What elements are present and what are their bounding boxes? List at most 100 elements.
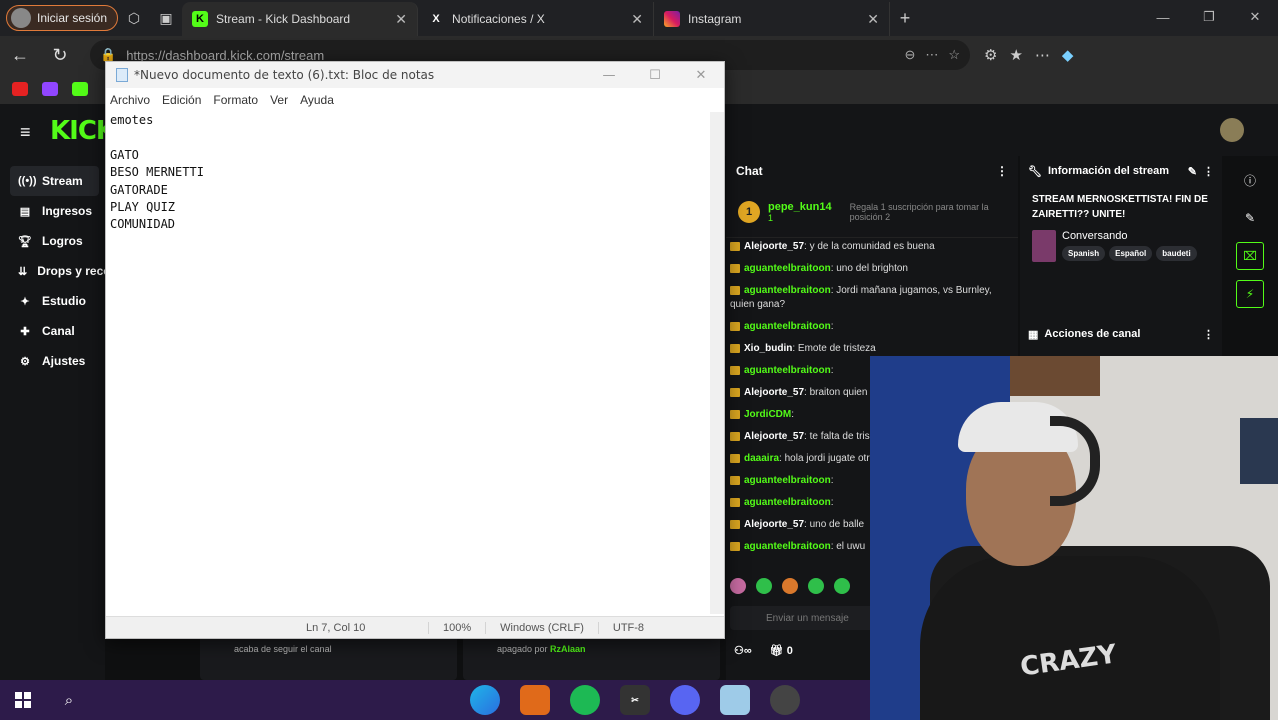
chat-text: te falta de tris xyxy=(809,431,870,442)
restore-icon[interactable]: ❐ xyxy=(1186,0,1232,34)
favorites-icon[interactable]: ★ xyxy=(1009,46,1022,64)
stream-tags: Spanish Español baudeti xyxy=(1062,246,1197,261)
chat-username[interactable]: aguanteelbraitoon xyxy=(744,497,831,508)
more-vertical-icon[interactable]: ⋮ xyxy=(1203,328,1214,341)
minimize-icon[interactable]: — xyxy=(1140,0,1186,34)
pencil-icon[interactable]: ✎ xyxy=(1236,204,1264,232)
capcut-icon[interactable]: ✂ xyxy=(620,685,650,715)
chat-username[interactable]: JordiCDM xyxy=(744,409,791,420)
clip-icon[interactable]: ⌧ xyxy=(1236,242,1264,270)
notepad-text-area[interactable]: emotes GATO BESO MERNETTI GATORADE PLAY … xyxy=(106,112,724,616)
gift-icon[interactable]: 🎁︎ 0 xyxy=(770,644,793,657)
chat-username[interactable]: aguanteelbraitoon xyxy=(744,321,831,332)
chat-username[interactable]: daaaira xyxy=(744,453,779,464)
profile-button[interactable]: Iniciar sesión xyxy=(6,5,119,31)
spotify-icon[interactable] xyxy=(570,685,600,715)
tab-kick-dashboard[interactable]: K Stream - Kick Dashboard ✕ xyxy=(182,2,419,36)
edit-icon[interactable]: ✎ xyxy=(1188,165,1197,178)
chat-username[interactable]: Alejoorte_57 xyxy=(744,387,804,398)
workspaces-icon[interactable]: ⬡ xyxy=(118,2,150,34)
people-icon[interactable]: ⚇∞ xyxy=(734,644,752,657)
category-name[interactable]: Conversando xyxy=(1062,230,1197,242)
extensions-icon[interactable]: ⚙ xyxy=(984,46,997,64)
zoom-icon[interactable]: ⊖ xyxy=(904,47,915,63)
sidebar-item-stream[interactable]: ((•)) Stream xyxy=(10,166,99,196)
menu-icon[interactable]: ⋯ xyxy=(1035,46,1050,64)
chat-username[interactable]: aguanteelbraitoon xyxy=(744,285,831,296)
copilot-icon[interactable]: ◆ xyxy=(1062,46,1074,64)
chat-username[interactable]: Alejoorte_57 xyxy=(744,241,804,252)
kick-bookmark-icon[interactable] xyxy=(72,82,88,96)
emote-icon[interactable] xyxy=(730,578,746,594)
emote-icon[interactable] xyxy=(756,578,772,594)
more-vertical-icon[interactable]: ⋮ xyxy=(996,164,1008,178)
gift-user[interactable]: pepe_kun14 xyxy=(768,201,832,213)
sidebar-item-estudio[interactable]: ✦ Estudio xyxy=(0,286,105,316)
user-avatar[interactable] xyxy=(1220,118,1244,142)
tag[interactable]: baudeti xyxy=(1156,246,1197,261)
close-icon[interactable]: ✕ xyxy=(395,11,407,28)
discord-icon[interactable] xyxy=(670,685,700,715)
menu-edicion[interactable]: Edición xyxy=(162,93,201,107)
sidebar-item-ingresos[interactable]: ▤ Ingresos xyxy=(0,196,105,226)
search-icon[interactable]: ⌕ xyxy=(46,692,92,709)
sidebar-item-ajustes[interactable]: ⚙ Ajustes xyxy=(0,346,105,376)
line-ending: Windows (CRLF) xyxy=(485,621,598,634)
hamburger-menu-icon[interactable]: ≡ xyxy=(20,122,31,143)
chat-username[interactable]: aguanteelbraitoon xyxy=(744,365,831,376)
tag[interactable]: Español xyxy=(1109,246,1153,261)
chat-username[interactable]: aguanteelbraitoon xyxy=(744,475,831,486)
maximize-icon[interactable]: ☐ xyxy=(632,62,678,88)
tag[interactable]: Spanish xyxy=(1062,246,1106,261)
chat-username[interactable]: Alejoorte_57 xyxy=(744,519,804,530)
chat-username[interactable]: Alejoorte_57 xyxy=(744,431,804,442)
youtube-bookmark-icon[interactable] xyxy=(12,82,28,96)
gift-leaderboard: 1 pepe_kun14 1 Regala 1 suscripción para… xyxy=(726,186,1018,238)
activity-user[interactable]: RzAlaan xyxy=(550,644,586,654)
sidebar-item-canal[interactable]: ✚ Canal xyxy=(0,316,105,346)
tab-x-notifications[interactable]: X Notificaciones / X ✕ xyxy=(418,2,655,36)
stream-info-header: 🔧︎ Información del stream ✎ ⋮ xyxy=(1020,156,1222,186)
notepad-icon[interactable] xyxy=(720,685,750,715)
minimize-icon[interactable]: — xyxy=(586,62,632,88)
close-icon[interactable]: ✕ xyxy=(867,11,879,28)
tab-instagram[interactable]: IG Instagram ✕ xyxy=(654,2,891,36)
emote-icon[interactable] xyxy=(782,578,798,594)
vertical-scrollbar[interactable] xyxy=(710,112,724,614)
info-icon[interactable]: ⓘ xyxy=(1236,166,1264,194)
sidebar-item-drops[interactable]: ⇊ Drops y recompensas xyxy=(0,256,105,286)
windows-taskbar: ⌕ ✂ xyxy=(0,680,870,720)
reload-icon[interactable]: ↻ xyxy=(40,38,80,72)
emote-icon[interactable] xyxy=(808,578,824,594)
close-icon[interactable]: ✕ xyxy=(631,11,643,28)
notepad-title-bar[interactable]: *Nuevo documento de texto (6).txt: Bloc … xyxy=(106,62,724,88)
sub-badge-icon xyxy=(730,343,740,353)
close-window-icon[interactable]: ✕ xyxy=(1232,0,1278,34)
bolt-icon[interactable]: ⚡︎ xyxy=(1236,280,1264,308)
favorite-star-icon[interactable]: ☆ xyxy=(948,47,960,63)
gift-info[interactable]: Regala 1 suscripción para tomar la posic… xyxy=(850,202,1000,222)
obs-icon[interactable] xyxy=(770,685,800,715)
menu-ver[interactable]: Ver xyxy=(270,93,288,107)
category-thumbnail xyxy=(1032,230,1056,262)
menu-formato[interactable]: Formato xyxy=(213,93,258,107)
chat-username[interactable]: Xio_budin xyxy=(744,343,792,354)
start-button[interactable] xyxy=(0,680,46,720)
new-tab-button[interactable]: + xyxy=(890,8,920,29)
studio-icon: ✦ xyxy=(20,295,30,308)
chat-username[interactable]: aguanteelbraitoon xyxy=(744,263,831,274)
more-vertical-icon[interactable]: ⋮ xyxy=(1203,165,1214,178)
actions-icon: ▦ xyxy=(1028,328,1039,341)
menu-ayuda[interactable]: Ayuda xyxy=(300,93,334,107)
chat-username[interactable]: aguanteelbraitoon xyxy=(744,541,831,552)
more-icon[interactable]: ⋯ xyxy=(925,47,938,63)
twitch-bookmark-icon[interactable] xyxy=(42,82,58,96)
tab-actions-icon[interactable]: ▣ xyxy=(150,2,182,34)
sidebar-item-logros[interactable]: 🏆︎ Logros xyxy=(0,226,105,256)
back-icon[interactable]: ← xyxy=(0,38,40,72)
close-icon[interactable]: ✕ xyxy=(678,62,724,88)
menu-archivo[interactable]: Archivo xyxy=(110,93,150,107)
fl-studio-icon[interactable] xyxy=(520,685,550,715)
emote-icon[interactable] xyxy=(834,578,850,594)
edge-icon[interactable] xyxy=(470,685,500,715)
